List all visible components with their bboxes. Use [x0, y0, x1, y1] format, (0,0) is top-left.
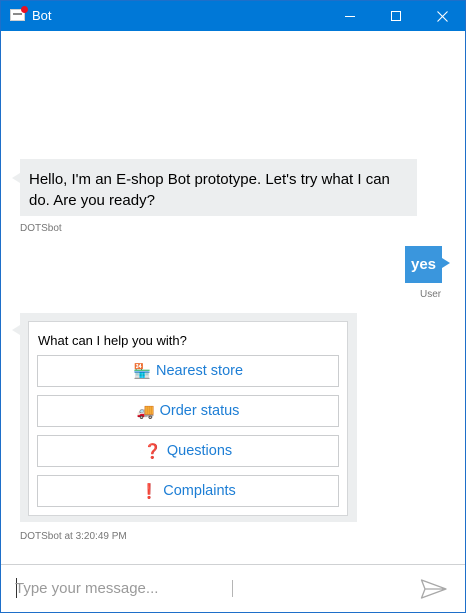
- card-button-label: Complaints: [163, 483, 236, 499]
- title-bar[interactable]: Bot: [1, 1, 465, 31]
- message-input[interactable]: [15, 573, 395, 603]
- card-button-label: Questions: [166, 443, 233, 459]
- bot-window: Bot Hello, I'm an E-shop Bot prototype. …: [0, 0, 466, 613]
- send-button[interactable]: [419, 576, 449, 602]
- minimize-icon: [345, 15, 355, 17]
- order-status-button[interactable]: 🚚 Order status: [37, 395, 339, 427]
- card-prompt-text: What can I help you with?: [38, 333, 187, 348]
- app-icon: [10, 6, 28, 21]
- question-icon: ❓: [143, 443, 162, 460]
- maximize-button[interactable]: [373, 1, 419, 31]
- questions-button[interactable]: ❓ Questions: [37, 435, 339, 467]
- store-icon: 🏪: [132, 363, 151, 380]
- close-button[interactable]: [419, 1, 465, 31]
- ibeam-cursor-icon: [232, 580, 237, 597]
- card-button-label: Order status: [159, 403, 240, 419]
- window-title: Bot: [32, 8, 52, 23]
- bot-card-meta: DOTSbot at 3:20:49 PM: [20, 531, 127, 542]
- minimize-button[interactable]: [327, 1, 373, 31]
- hero-card: What can I help you with? 🏪 Nearest stor…: [28, 321, 348, 516]
- user-message-bubble: yes: [405, 246, 450, 283]
- exclamation-icon: ❗: [140, 483, 159, 500]
- complaints-button[interactable]: ❗ Complaints: [37, 475, 339, 507]
- composer-bar: [1, 564, 465, 612]
- send-icon: [420, 579, 447, 599]
- close-icon: [436, 10, 448, 22]
- bot-message-bubble: Hello, I'm an E-shop Bot prototype. Let'…: [12, 159, 417, 216]
- maximize-icon: [391, 11, 401, 21]
- card-button-label: Nearest store: [156, 363, 244, 379]
- bot-card-bubble: What can I help you with? 🏪 Nearest stor…: [12, 313, 357, 522]
- nearest-store-button[interactable]: 🏪 Nearest store: [37, 355, 339, 387]
- user-message-meta: User: [420, 289, 442, 300]
- bot-message-meta: DOTSbot: [20, 223, 62, 234]
- truck-icon: 🚚: [136, 403, 155, 420]
